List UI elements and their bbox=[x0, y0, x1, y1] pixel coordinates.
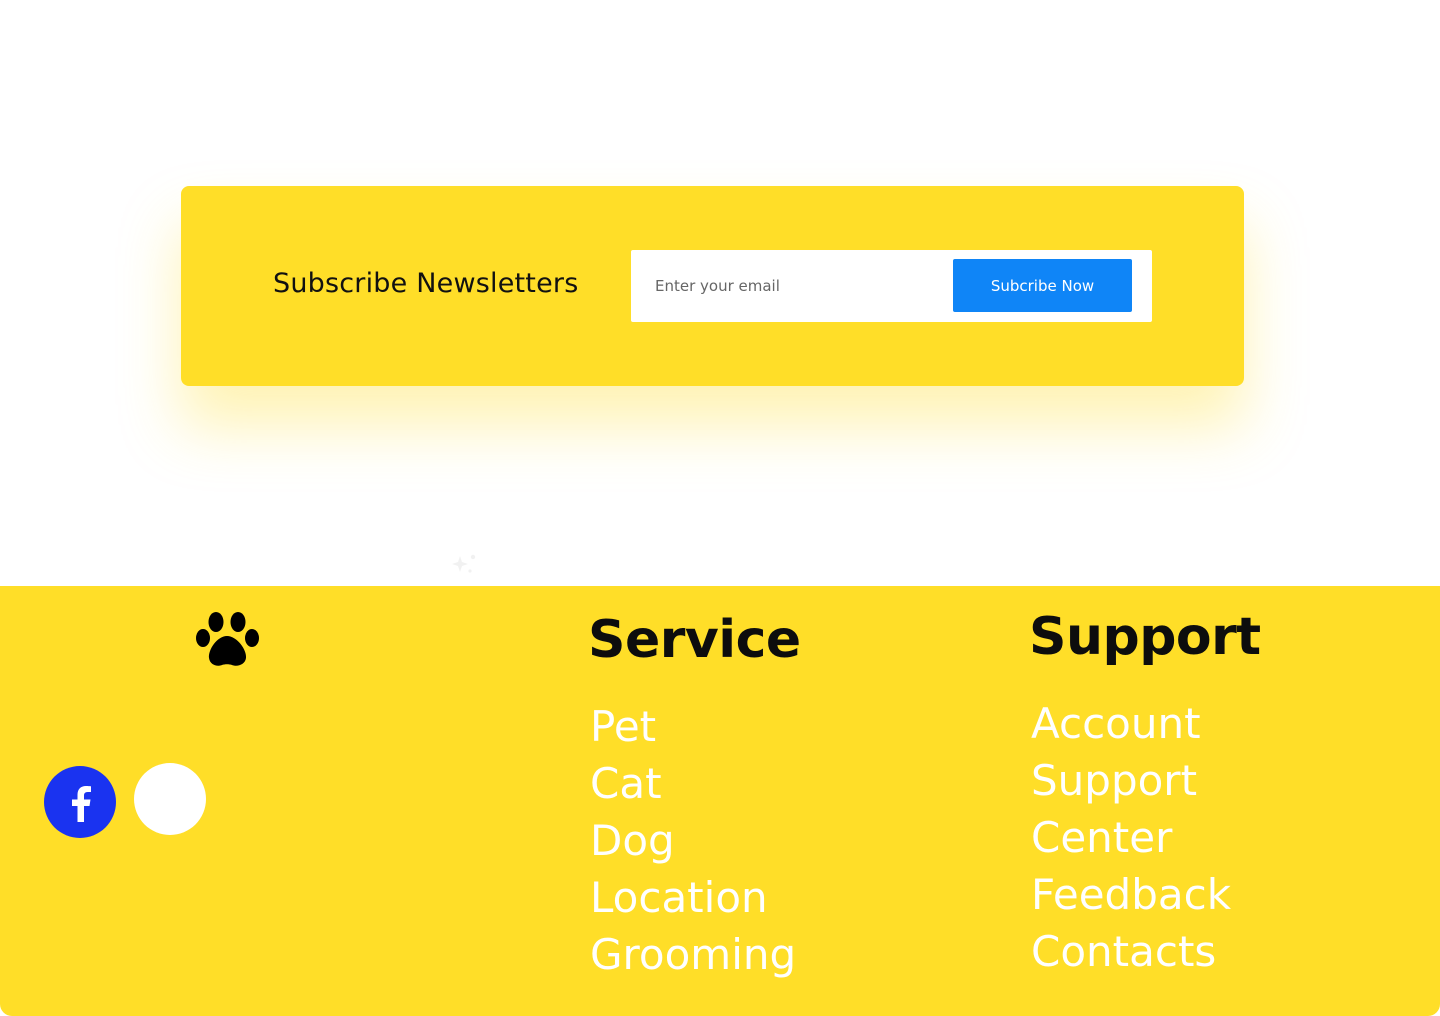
service-heading: Service bbox=[588, 610, 801, 670]
service-link-cat[interactable]: Cat bbox=[590, 755, 801, 812]
service-link-dog[interactable]: Dog bbox=[590, 812, 801, 869]
newsletter-card: Subscribe Newsletters Subcribe Now bbox=[181, 186, 1244, 386]
service-links: Pet Cat Dog Location Grooming bbox=[590, 698, 801, 983]
newsletter-title: Subscribe Newsletters bbox=[273, 268, 579, 299]
support-heading: Support bbox=[1029, 607, 1261, 667]
support-link-contacts[interactable]: Contacts bbox=[1031, 923, 1261, 980]
support-link-center[interactable]: Center bbox=[1031, 809, 1261, 866]
footer: Service Pet Cat Dog Location Grooming Su… bbox=[0, 586, 1440, 1016]
facebook-icon[interactable] bbox=[44, 766, 116, 838]
page: Subscribe Newsletters Subcribe Now bbox=[0, 0, 1440, 1016]
support-links: Account Support Center Feedback Contacts bbox=[1031, 695, 1261, 980]
email-input[interactable] bbox=[655, 274, 935, 298]
service-column: Service Pet Cat Dog Location Grooming bbox=[588, 608, 801, 983]
service-link-pet[interactable]: Pet bbox=[590, 698, 801, 755]
support-link-feedback[interactable]: Feedback bbox=[1031, 866, 1261, 923]
support-link-support[interactable]: Support bbox=[1031, 752, 1261, 809]
facebook-f-glyph bbox=[72, 786, 91, 822]
support-column: Support Account Support Center Feedback … bbox=[1029, 607, 1261, 980]
paw-icon[interactable] bbox=[195, 612, 261, 668]
blank-social-icon[interactable] bbox=[134, 763, 206, 835]
subscribe-button[interactable]: Subcribe Now bbox=[953, 259, 1132, 312]
sparkle-icon bbox=[452, 554, 476, 573]
support-link-account[interactable]: Account bbox=[1031, 695, 1261, 752]
service-link-grooming[interactable]: Grooming bbox=[590, 926, 801, 983]
subscribe-form: Subcribe Now bbox=[631, 250, 1152, 322]
service-link-location[interactable]: Location bbox=[590, 869, 801, 926]
